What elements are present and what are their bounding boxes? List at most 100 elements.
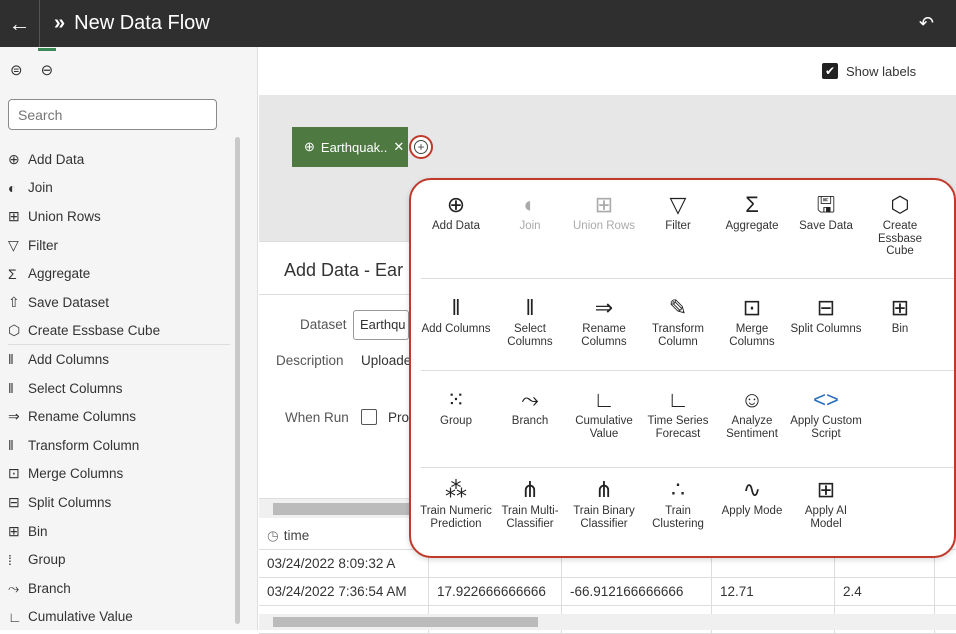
popup-step-item[interactable]: ∿ Apply Mode — [715, 475, 789, 530]
step-icon: ☺ — [740, 387, 764, 412]
clock-icon: ◷ — [267, 527, 279, 543]
sidebar-scrollbar[interactable] — [235, 137, 240, 624]
palette-item-label: Rename Columns — [28, 409, 137, 425]
step-icon: <> — [813, 387, 839, 412]
palette-item[interactable]: ‖ Transform Column — [8, 431, 230, 460]
popup-step-label: Save Data — [799, 220, 853, 232]
step-icon: ⊡ — [742, 295, 762, 320]
popup-step-item[interactable]: ⋔ Train Multi-Classifier — [493, 475, 567, 530]
popup-step-label: Time Series Forecast — [647, 415, 709, 440]
palette-item[interactable]: ▽ Filter — [8, 231, 230, 260]
palette-item[interactable]: ⊞ Union Rows — [8, 202, 230, 231]
table-cell: 12.71 — [712, 578, 835, 605]
popup-step-item: ◐ Join — [493, 190, 567, 258]
palette-item-label: Bin — [28, 523, 48, 539]
when-run-label: When Run — [285, 410, 349, 425]
popup-step-item[interactable]: ⬡ Create Essbase Cube — [863, 190, 937, 258]
palette-item[interactable]: ⁞ Group — [8, 545, 230, 574]
palette-item[interactable]: ⊡ Merge Columns — [8, 460, 230, 489]
steps-tab-icon[interactable]: ⊖ — [37, 48, 56, 79]
popup-step-label: Train Multi-Classifier — [501, 505, 559, 530]
palette-item[interactable]: ⇧ Save Dataset — [8, 288, 230, 317]
popup-step-item[interactable]: ▽ Filter — [641, 190, 715, 258]
popup-step-item[interactable]: ⊡ Merge Columns — [715, 293, 789, 348]
palette-item[interactable]: ⊕ Add Data — [8, 145, 230, 174]
palette-item[interactable]: ⊟ Split Columns — [8, 488, 230, 517]
step-icon: ▽ — [8, 236, 19, 253]
sidebar-tabs: ⊜ ⊖ — [0, 47, 257, 93]
palette-item-label: Merge Columns — [28, 466, 124, 482]
dataset-field[interactable]: Earthqu — [353, 310, 409, 340]
grid-horizontal-scrollbar[interactable] — [259, 614, 956, 630]
popup-step-item[interactable]: 🖫 Save Data — [789, 190, 863, 258]
palette-item[interactable]: ⊞ Bin — [8, 517, 230, 546]
palette-item[interactable]: ⬡ Create Essbase Cube — [8, 317, 230, 346]
popup-step-item[interactable]: ✎ Transform Column — [641, 293, 715, 348]
palette-item-label: Save Dataset — [28, 294, 110, 310]
description-label: Description — [276, 353, 344, 368]
popup-step-label: Analyze Sentiment — [726, 415, 778, 440]
show-labels-checkbox[interactable]: ✔ — [822, 63, 838, 79]
step-icon: ∟ — [593, 387, 615, 412]
palette-item-label: Transform Column — [28, 437, 140, 453]
column-header-time[interactable]: ◷ time — [259, 522, 429, 549]
popup-step-item[interactable]: ⊕ Add Data — [419, 190, 493, 258]
show-labels-label: Show labels — [846, 64, 917, 79]
add-step-button[interactable]: + — [409, 135, 433, 159]
palette-item[interactable]: ‖ Select Columns — [8, 374, 230, 403]
step-icon: ⁂ — [445, 477, 467, 502]
when-run-checkbox[interactable] — [361, 409, 377, 425]
popup-step-item[interactable]: ∟ Time Series Forecast — [641, 385, 715, 440]
undo-icon[interactable]: ↶ — [919, 13, 934, 34]
palette-item-label: Select Columns — [28, 380, 123, 396]
popup-step-item[interactable]: ∴ Train Clustering — [641, 475, 715, 530]
popup-step-label: Apply AI Model — [804, 505, 848, 530]
popup-step-item[interactable]: ⊞ Apply AI Model — [789, 475, 863, 530]
popup-step-label: Join — [519, 220, 541, 232]
palette-item[interactable]: ‖ Add Columns — [8, 345, 230, 374]
popup-step-label: Merge Columns — [729, 323, 775, 348]
table-cell: 03/24/2022 7:36:54 AM — [259, 578, 429, 605]
palette-item-label: Join — [28, 180, 53, 196]
popup-step-item[interactable]: ⊟ Split Columns — [789, 293, 863, 348]
palette-item-label: Split Columns — [28, 494, 112, 510]
step-icon: ‖ — [451, 295, 461, 320]
step-icon: ▽ — [669, 192, 687, 217]
palette-item[interactable]: ⤳ Branch — [8, 574, 230, 603]
step-palette: ⊕ Add Data ◐ Join ⊞ Union Rows ▽ Filter Σ Aggrega… — [8, 145, 230, 630]
page-title: New Data Flow — [74, 12, 210, 34]
palette-item-label: Group — [28, 552, 66, 568]
step-icon: ⇧ — [8, 293, 20, 310]
step-icon: ◐ — [8, 179, 17, 196]
popup-step-item[interactable]: ⁂ Train Numeric Prediction — [419, 475, 493, 530]
popup-step-item[interactable]: ∟ Cumulative Value — [567, 385, 641, 440]
popup-step-item[interactable]: <> Apply Custom Script — [789, 385, 863, 440]
popup-step-label: Train Numeric Prediction — [420, 505, 492, 530]
palette-item[interactable]: ∟ Cumulative Value — [8, 603, 230, 631]
palette-item-label: Add Columns — [28, 351, 110, 367]
popup-step-item[interactable]: ☺ Analyze Sentiment — [715, 385, 789, 440]
popup-step-label: Apply Mode — [721, 505, 783, 517]
palette-item[interactable]: ◐ Join — [8, 174, 230, 203]
data-tab-icon[interactable]: ⊜ — [10, 61, 23, 79]
palette-item[interactable]: Σ Aggregate — [8, 259, 230, 288]
popup-step-item[interactable]: ⊞ Bin — [863, 293, 937, 348]
popup-step-item[interactable]: ⇒ Rename Columns — [567, 293, 641, 348]
popup-step-label: Select Columns — [507, 323, 553, 348]
popup-step-label: Union Rows — [573, 220, 635, 232]
popup-step-item[interactable]: ⤳ Branch — [493, 385, 567, 440]
popup-step-label: Aggregate — [725, 220, 779, 232]
palette-item-label: Create Essbase Cube — [28, 322, 161, 338]
popup-step-item[interactable]: ⁙ Group — [419, 385, 493, 440]
popup-step-label: Transform Column — [652, 323, 704, 348]
popup-step-item[interactable]: ‖ Select Columns — [493, 293, 567, 348]
earthquake-node[interactable]: ⊕ Earthquak.. ✕ — [292, 127, 408, 167]
palette-item[interactable]: ⇒ Rename Columns — [8, 402, 230, 431]
popup-step-item[interactable]: ⋔ Train Binary Classifier — [567, 475, 641, 530]
close-icon[interactable]: ✕ — [393, 139, 404, 155]
popup-step-item[interactable]: ‖ Add Columns — [419, 293, 493, 348]
when-run-option: Pro — [388, 410, 410, 425]
popup-step-item[interactable]: Σ Aggregate — [715, 190, 789, 258]
back-arrow-icon[interactable]: ← — [0, 0, 40, 47]
search-input[interactable] — [8, 99, 217, 130]
